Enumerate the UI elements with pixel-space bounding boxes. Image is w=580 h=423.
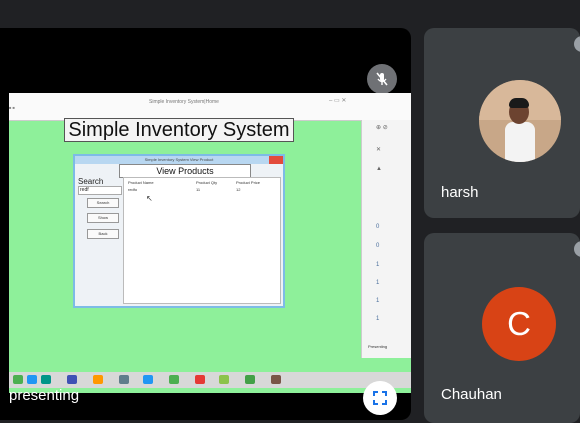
participant-status-icon (574, 241, 580, 257)
taskbar-icon (41, 375, 51, 384)
screen-window-title: Simple Inventory System|Home (149, 99, 219, 105)
taskbar-icon (245, 375, 255, 384)
app-title: Simple Inventory System (64, 118, 294, 142)
view-products-dialog: Simple Inventory System View Product Vie… (73, 154, 285, 308)
dialog-window-title: Simple Inventory System View Product (144, 157, 214, 162)
screen-window-menu: ■ ■ (9, 105, 15, 110)
fullscreen-icon (373, 391, 387, 405)
table-cell-qty: 11 (196, 187, 201, 192)
side-value-1: 0 (376, 224, 380, 230)
side-value-3: 1 (376, 262, 380, 268)
search-input: redf (78, 186, 122, 195)
table-header-qty: Product Qty (196, 180, 218, 185)
taskbar-icon (13, 375, 23, 384)
taskbar-icon (67, 375, 77, 384)
taskbar-icon (93, 375, 103, 384)
screen-window-controls: – ▭ ✕ (329, 98, 347, 104)
show-button: Show (87, 213, 119, 223)
side-value-4: 1 (376, 280, 380, 286)
dialog-titlebar: Simple Inventory System View Product (75, 156, 283, 164)
table-cell-price: 12 (236, 187, 241, 192)
side-value-6: 1 (376, 316, 380, 322)
table-header-price: Product Price (236, 180, 261, 185)
screen-window-titlebar: Simple Inventory System|Home ■ ■ – ▭ ✕ (9, 93, 411, 121)
side-panel-controls: ⊕ ⊘ (376, 125, 388, 131)
side-panel-close-icon: ✕ (376, 147, 382, 153)
taskbar-icon (169, 375, 179, 384)
search-button: Search (87, 198, 119, 208)
table-cell-name: redfo (128, 187, 138, 192)
side-panel-up-icon: ▲ (376, 166, 382, 172)
dialog-close-icon (269, 156, 283, 164)
shared-screen: Simple Inventory System|Home ■ ■ – ▭ ✕ S… (9, 93, 411, 393)
taskbar-icon (271, 375, 281, 384)
mic-off-icon (367, 64, 397, 94)
avatar: C (482, 287, 556, 361)
side-panel: ⊕ ⊘ ✕ ▲ 0 0 1 1 1 1 Presenting (361, 120, 411, 358)
side-value-2: 0 (376, 243, 380, 249)
taskbar-icon (195, 375, 205, 384)
participant-tile-chauhan[interactable]: C Chauhan (424, 233, 580, 423)
side-presenting-label: Presenting (368, 344, 388, 349)
participant-name: harsh (441, 184, 479, 201)
fullscreen-button[interactable] (363, 381, 397, 415)
taskbar-icon (219, 375, 229, 384)
taskbar-icon (143, 375, 153, 384)
presenting-label: presenting (9, 387, 80, 404)
taskbar-icon (119, 375, 129, 384)
participant-name: Chauhan (441, 386, 502, 403)
table-header-name: Product Name (128, 180, 154, 185)
back-button: Back (87, 229, 119, 239)
participant-status-icon (574, 36, 580, 52)
side-value-5: 1 (376, 298, 380, 304)
presentation-tile: Simple Inventory System|Home ■ ■ – ▭ ✕ S… (0, 28, 411, 420)
participant-tile-harsh[interactable]: harsh (424, 28, 580, 218)
mouse-cursor-icon: ↖ (146, 194, 153, 203)
taskbar-icon (27, 375, 37, 384)
search-label: Search (78, 177, 104, 186)
avatar (479, 80, 561, 162)
taskbar (9, 372, 411, 388)
dialog-heading: View Products (119, 164, 251, 178)
